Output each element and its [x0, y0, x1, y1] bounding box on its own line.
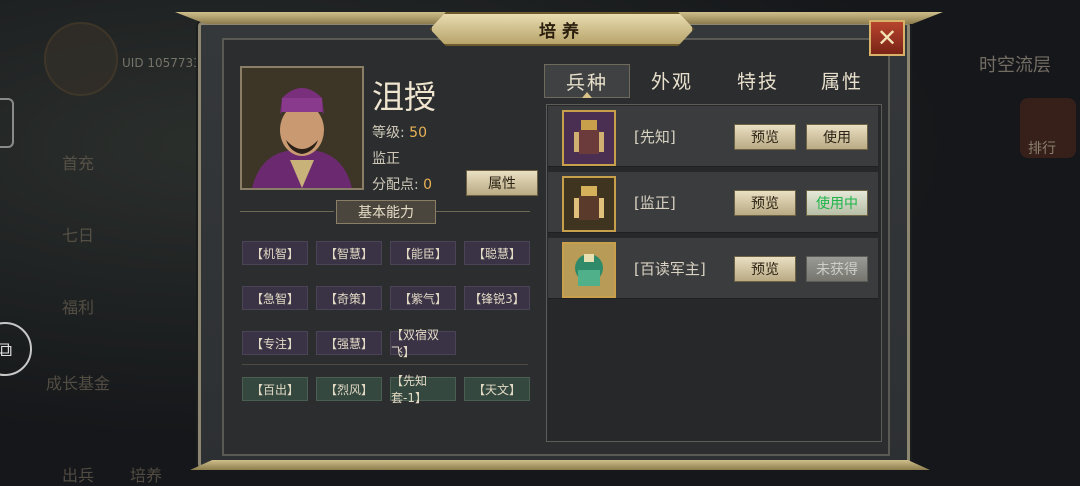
set-tag[interactable]: 【烈风】 — [316, 377, 382, 401]
bottom-menu-train[interactable]: 培养 — [130, 462, 162, 486]
troop-row: [先知] 预览 使用 — [548, 106, 878, 167]
skill-tag[interactable]: 【专注】 — [242, 331, 308, 355]
portrait-image — [242, 68, 362, 188]
in-use-button: 使用中 — [806, 190, 868, 216]
skill-tag[interactable]: 【机智】 — [242, 241, 308, 265]
rank-label: 排行 — [1028, 141, 1056, 157]
troop-row: [百读军主] 预览 未获得 — [548, 238, 878, 299]
close-button[interactable]: ✕ — [869, 20, 905, 56]
left-menu-seven-day[interactable]: 七日 — [62, 222, 94, 246]
general-level: 等级: 50 — [372, 122, 427, 142]
general-portrait — [240, 66, 364, 190]
tab-special-skill[interactable]: 特技 — [716, 64, 800, 96]
troop-icon — [562, 176, 616, 232]
general-points: 分配点: 0 — [372, 174, 432, 194]
points-value: 0 — [423, 177, 433, 193]
set-tag[interactable]: 【百出】 — [242, 377, 308, 401]
player-avatar[interactable] — [44, 22, 118, 96]
left-menu-dispatch[interactable]: 出兵 — [62, 462, 94, 486]
preview-button[interactable]: 预览 — [734, 256, 796, 282]
skill-tag[interactable]: 【强慧】 — [316, 331, 382, 355]
time-space-button[interactable]: 时空流层 — [955, 42, 1075, 86]
preview-button[interactable]: 预览 — [734, 190, 796, 216]
troop-name: [先知] — [634, 128, 676, 146]
close-icon: ✕ — [876, 24, 898, 52]
player-uid: UID 1057733 — [122, 56, 201, 70]
level-value: 50 — [409, 125, 427, 141]
level-label: 等级: — [372, 125, 405, 141]
set-tag[interactable]: 【先知套-1】 — [390, 374, 456, 405]
points-label: 分配点: — [372, 177, 419, 193]
tab-attributes[interactable]: 属性 — [800, 64, 884, 96]
troop-row: [监正] 预览 使用中 — [548, 172, 878, 233]
general-rank: 监正 — [372, 151, 400, 167]
left-menu-growth-fund[interactable]: 成长基金 — [46, 370, 110, 394]
left-menu-welfare[interactable]: 福利 — [62, 294, 94, 318]
troop-name: [监正] — [634, 194, 676, 212]
skill-tag[interactable]: 【奇策】 — [316, 286, 382, 310]
troop-icon — [562, 110, 616, 166]
tab-appearance[interactable]: 外观 — [630, 64, 714, 96]
skill-divider — [242, 364, 528, 365]
set-tag[interactable]: 【天文】 — [464, 377, 530, 401]
skill-tag[interactable]: 【锋锐3】 — [464, 286, 530, 310]
ability-section-header: 基本能力 — [240, 200, 530, 224]
tab-troop-type[interactable]: 兵种 — [544, 64, 630, 98]
dialog-bottom-border — [190, 460, 930, 470]
skill-tag[interactable]: 【聪慧】 — [464, 241, 530, 265]
troop-icon — [562, 242, 616, 298]
preview-button[interactable]: 预览 — [734, 124, 796, 150]
left-menu-first-recharge[interactable]: 首充 — [62, 150, 94, 174]
skill-tag[interactable]: 【能臣】 — [390, 241, 456, 265]
troop-name: [百读军主] — [634, 260, 706, 278]
skill-tag[interactable]: 【双宿双飞】 — [390, 328, 456, 359]
side-toggle-button[interactable] — [0, 98, 14, 148]
general-name: 沮授 — [372, 78, 437, 116]
skill-tag[interactable]: 【紫气】 — [390, 286, 456, 310]
skill-tag[interactable]: 【智慧】 — [316, 241, 382, 265]
attribute-button[interactable]: 属性 — [466, 170, 538, 196]
skill-tag[interactable]: 【急智】 — [242, 286, 308, 310]
not-obtained-button: 未获得 — [806, 256, 868, 282]
use-button[interactable]: 使用 — [806, 124, 868, 150]
ability-section-title: 基本能力 — [336, 200, 436, 224]
dialog-title: 培养 — [430, 12, 694, 46]
